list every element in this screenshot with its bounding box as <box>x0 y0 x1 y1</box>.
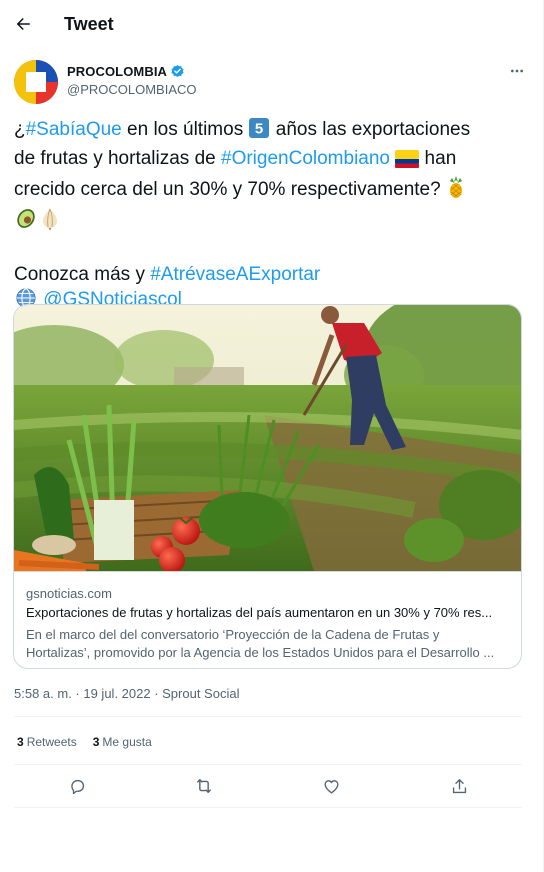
card-description: En el marco del del conversatorio ‘Proye… <box>26 626 514 662</box>
keycap-five-icon: 5 <box>248 117 270 146</box>
more-horizontal-icon <box>511 69 523 73</box>
tweet-line-3: crecido cerca del un 30% y 70% respectiv… <box>14 175 522 206</box>
text-segment: Conozca más y <box>14 264 151 285</box>
tweet-line-4 <box>14 206 522 237</box>
text-segment: crecido cerca del un 30% y 70% respectiv… <box>14 179 441 200</box>
farm-vegetables-image <box>14 305 521 573</box>
tweet-text: ¿#SabíaQue en los últimos 5 años las exp… <box>14 117 522 316</box>
likes-label: Me gusta <box>102 735 152 749</box>
text-segment: de frutas y hortalizas de <box>14 148 221 169</box>
page-header: Tweet <box>0 0 544 50</box>
arrow-left-icon <box>16 18 30 30</box>
tweet-author: PROCOLOMBIA @PROCOLOMBIACO <box>14 58 530 106</box>
hashtag-sabiaque[interactable]: #SabíaQue <box>26 119 122 140</box>
card-meta[interactable]: gsnoticias.com Exportaciones de frutas y… <box>14 571 521 668</box>
share-button[interactable] <box>445 772 473 800</box>
procolombia-logo-icon <box>14 60 58 104</box>
more-options-button[interactable] <box>504 58 530 84</box>
hashtag-origencolombiano[interactable]: #OrigenColombiano <box>221 148 390 169</box>
card-description-line: Hortalizas’, promovido por la Agencia de… <box>26 645 495 660</box>
tweet-timestamp[interactable]: 5:58 a. m. · 19 jul. 2022 · Sprout Socia… <box>14 686 239 701</box>
retweet-button[interactable] <box>190 772 218 800</box>
text-segment: en los últimos <box>121 119 249 140</box>
tweet-stats: 3 Retweets 3 Me gusta <box>17 735 152 749</box>
divider <box>14 764 522 765</box>
heart-icon <box>323 779 339 794</box>
card-image[interactable] <box>14 305 521 573</box>
author-display-name[interactable]: PROCOLOMBIA <box>67 64 167 79</box>
verified-badge-icon <box>171 64 184 78</box>
text-segment: han <box>419 148 457 169</box>
retweets-stat[interactable]: 3 Retweets <box>17 735 77 749</box>
likes-stat[interactable]: 3 Me gusta <box>93 735 152 749</box>
reply-icon <box>70 779 84 794</box>
back-button[interactable] <box>8 9 38 39</box>
onion-icon <box>38 206 62 237</box>
text-segment: años las exportaciones <box>270 119 471 140</box>
text-segment: ¿ <box>14 119 26 140</box>
tweet-actions <box>14 770 522 802</box>
tweet-page: Tweet PROCOLOMBIA @PROCOLOMBIACO ¿#Sabía… <box>0 0 544 872</box>
author-handle[interactable]: @PROCOLOMBIACO <box>67 82 197 97</box>
retweet-icon <box>197 779 211 793</box>
svg-text:5: 5 <box>255 121 263 138</box>
tweet-line-2: de frutas y hortalizas de #OrigenColombi… <box>14 146 522 175</box>
share-icon <box>452 778 466 793</box>
pineapple-icon <box>446 175 466 206</box>
divider <box>14 807 522 808</box>
tweet-line-5: Conozca más y #AtrévaseAExportar <box>14 262 522 287</box>
card-title: Exportaciones de frutas y hortalizas del… <box>26 605 493 620</box>
like-button[interactable] <box>317 772 345 800</box>
avocado-icon <box>14 206 38 237</box>
reply-button[interactable] <box>63 772 91 800</box>
page-title: Tweet <box>64 14 114 34</box>
avatar[interactable] <box>14 60 58 104</box>
card-description-line: En el marco del del conversatorio ‘Proye… <box>26 627 440 642</box>
hashtag-atrevaseaexportar[interactable]: #AtrévaseAExportar <box>150 264 320 285</box>
likes-count: 3 <box>92 735 100 749</box>
colombia-flag-icon <box>395 150 420 175</box>
name-row: PROCOLOMBIA <box>67 64 185 79</box>
retweets-label: Retweets <box>26 735 77 749</box>
retweets-count: 3 <box>17 735 24 749</box>
link-preview-card[interactable]: gsnoticias.com Exportaciones de frutas y… <box>13 304 522 669</box>
divider <box>14 716 522 717</box>
card-domain: gsnoticias.com <box>26 586 112 601</box>
tweet-line-1: ¿#SabíaQue en los últimos 5 años las exp… <box>14 117 522 146</box>
